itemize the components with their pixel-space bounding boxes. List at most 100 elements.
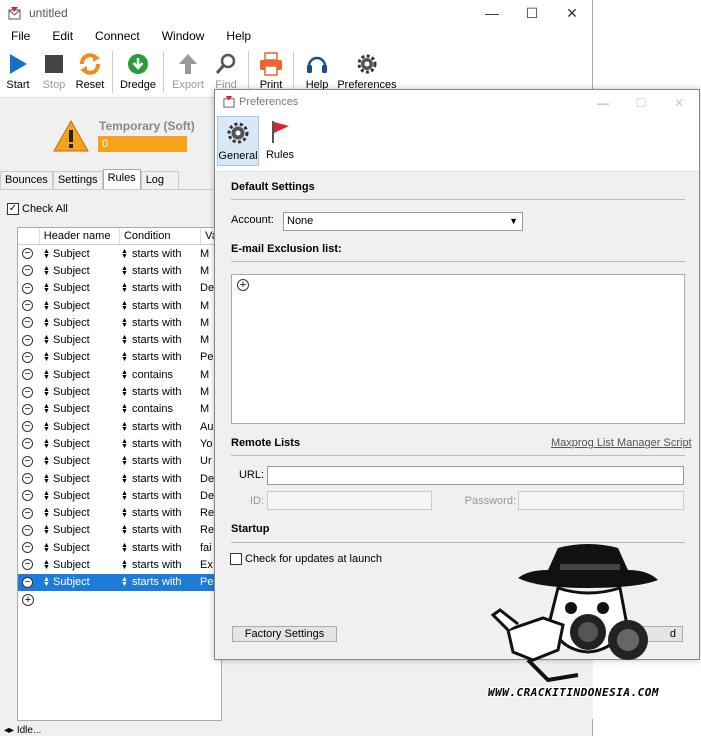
section-divider [231, 261, 685, 262]
menu-window[interactable]: Window [154, 29, 213, 43]
main-tabs: Bounces Settings Rules Log [0, 169, 179, 190]
table-row[interactable]: − ▲ ▼ Subject ▲ ▼ starts with M [18, 383, 221, 400]
gear-icon [226, 121, 250, 148]
remove-rule-button[interactable]: − [22, 490, 33, 502]
remove-rule-button[interactable]: − [22, 351, 33, 363]
start-button[interactable]: Start [0, 51, 36, 91]
table-row[interactable]: − ▲ ▼ Subject ▲ ▼ starts with Pe [18, 573, 221, 591]
tab-rules[interactable]: Rules [259, 116, 301, 166]
account-select[interactable]: None ▼ [283, 212, 523, 231]
rule-condition: starts with [132, 472, 182, 485]
table-row[interactable]: − ▲ ▼ Subject ▲ ▼ starts with fai [18, 539, 221, 556]
table-row[interactable]: − ▲ ▼ Subject ▲ ▼ starts with Yo [18, 435, 221, 452]
remove-rule-button[interactable]: − [22, 265, 33, 277]
add-exclusion-button[interactable]: + [237, 279, 249, 291]
preferences-title-bar: Preferences — ☐ ✕ [215, 90, 699, 114]
table-row[interactable]: − ▲ ▼ Subject ▲ ▼ starts with De [18, 280, 221, 297]
table-row[interactable]: − ▲ ▼ Subject ▲ ▼ starts with Ur [18, 453, 221, 470]
maximize-button[interactable]: ☐ [621, 90, 661, 116]
remove-rule-button[interactable]: − [22, 300, 33, 312]
rule-header: Subject [53, 558, 90, 571]
remove-rule-button[interactable]: − [22, 334, 33, 346]
remove-rule-button[interactable]: − [22, 542, 33, 554]
factory-settings-button[interactable]: Factory Settings [232, 626, 337, 642]
remove-rule-button[interactable]: − [22, 369, 33, 381]
table-row[interactable]: − ▲ ▼ Subject ▲ ▼ starts with Re [18, 522, 221, 539]
column-header-name[interactable]: Header name [40, 228, 120, 244]
export-label: Export [172, 79, 204, 91]
minimize-button[interactable]: — [472, 0, 512, 26]
remove-rule-button[interactable]: − [22, 559, 33, 571]
headset-icon [304, 51, 330, 77]
rule-header: Subject [53, 455, 90, 468]
preferences-tabs: General Rules [215, 114, 699, 172]
tab-log[interactable]: Log [140, 171, 179, 189]
rule-condition: starts with [132, 282, 182, 295]
menu-edit[interactable]: Edit [44, 29, 81, 43]
sort-arrows-icon: ▲ ▼ [121, 558, 128, 571]
remove-rule-button[interactable]: − [22, 455, 33, 467]
export-button[interactable]: Export [168, 51, 208, 91]
remove-rule-button[interactable]: − [22, 317, 33, 329]
dredge-button[interactable]: Dredge [117, 51, 159, 91]
column-header-condition[interactable]: Condition [120, 228, 202, 244]
reset-button[interactable]: Reset [72, 51, 108, 91]
print-button[interactable]: Print [253, 51, 289, 91]
table-row[interactable]: − ▲ ▼ Subject ▲ ▼ starts with M [18, 297, 221, 314]
table-row[interactable]: − ▲ ▼ Subject ▲ ▼ starts with Re [18, 504, 221, 521]
check-all-checkbox[interactable]: ✓ Check All [7, 203, 68, 215]
minimize-button[interactable]: — [583, 90, 623, 116]
password-input[interactable] [518, 491, 684, 510]
menu-connect[interactable]: Connect [87, 29, 148, 43]
maximize-button[interactable]: ☐ [512, 0, 552, 26]
tab-bounces[interactable]: Bounces [0, 171, 53, 189]
remove-rule-button[interactable]: − [22, 473, 33, 484]
table-row[interactable]: − ▲ ▼ Subject ▲ ▼ starts with M [18, 331, 221, 348]
table-row[interactable]: − ▲ ▼ Subject ▲ ▼ starts with De [18, 470, 221, 487]
preferences-button[interactable]: Preferences [336, 51, 398, 91]
url-input[interactable] [267, 466, 684, 485]
tab-settings[interactable]: Settings [52, 171, 103, 189]
remove-rule-button[interactable]: − [22, 524, 33, 536]
sort-arrows-icon: ▲ ▼ [43, 282, 50, 295]
check-updates-checkbox[interactable]: Check for updates at launch [230, 553, 382, 565]
stop-button[interactable]: Stop [36, 51, 72, 91]
script-link[interactable]: Maxprog List Manager Script [551, 437, 692, 449]
tab-rules[interactable]: Rules [102, 169, 141, 190]
remove-rule-button[interactable]: − [22, 403, 33, 415]
magnifier-icon [213, 51, 239, 77]
sort-arrows-icon: ▲ ▼ [43, 264, 50, 277]
remove-rule-button[interactable]: − [22, 248, 33, 260]
remove-rule-button[interactable]: − [22, 421, 33, 433]
close-button[interactable]: ✕ [552, 0, 592, 26]
exclusion-list[interactable]: + [231, 274, 685, 424]
close-button[interactable]: ✕ [659, 90, 699, 116]
table-row[interactable]: − ▲ ▼ Subject ▲ ▼ starts with M [18, 262, 221, 279]
table-row[interactable]: − ▲ ▼ Subject ▲ ▼ contains M [18, 401, 221, 418]
find-button[interactable]: Find [208, 51, 244, 91]
tab-general[interactable]: General [217, 116, 259, 166]
rule-condition: starts with [132, 351, 182, 364]
header-spacer [18, 228, 40, 244]
remove-rule-button[interactable]: − [22, 576, 33, 588]
menu-help[interactable]: Help [218, 29, 259, 43]
default-settings-heading: Default Settings [231, 181, 315, 193]
table-row[interactable]: − ▲ ▼ Subject ▲ ▼ starts with M [18, 245, 221, 262]
id-input[interactable] [267, 491, 432, 510]
refresh-icon [77, 51, 103, 77]
remove-rule-button[interactable]: − [22, 282, 33, 294]
table-row[interactable]: − ▲ ▼ Subject ▲ ▼ starts with M [18, 314, 221, 331]
remove-rule-button[interactable]: − [22, 507, 33, 519]
table-row[interactable]: − ▲ ▼ Subject ▲ ▼ starts with De [18, 487, 221, 504]
remove-rule-button[interactable]: − [22, 438, 33, 450]
remove-rule-button[interactable]: − [22, 386, 33, 398]
table-row[interactable]: − ▲ ▼ Subject ▲ ▼ starts with Ex [18, 556, 221, 573]
add-rule-button[interactable]: + [22, 593, 34, 606]
table-row[interactable]: − ▲ ▼ Subject ▲ ▼ contains M [18, 366, 221, 383]
help-button[interactable]: Help [298, 51, 336, 91]
table-row[interactable]: − ▲ ▼ Subject ▲ ▼ starts with Pe [18, 349, 221, 366]
window-title: untitled [29, 6, 68, 20]
table-row[interactable]: − ▲ ▼ Subject ▲ ▼ starts with Au [18, 418, 221, 435]
sort-arrows-icon: ▲ ▼ [121, 455, 128, 468]
menu-file[interactable]: File [3, 29, 38, 43]
